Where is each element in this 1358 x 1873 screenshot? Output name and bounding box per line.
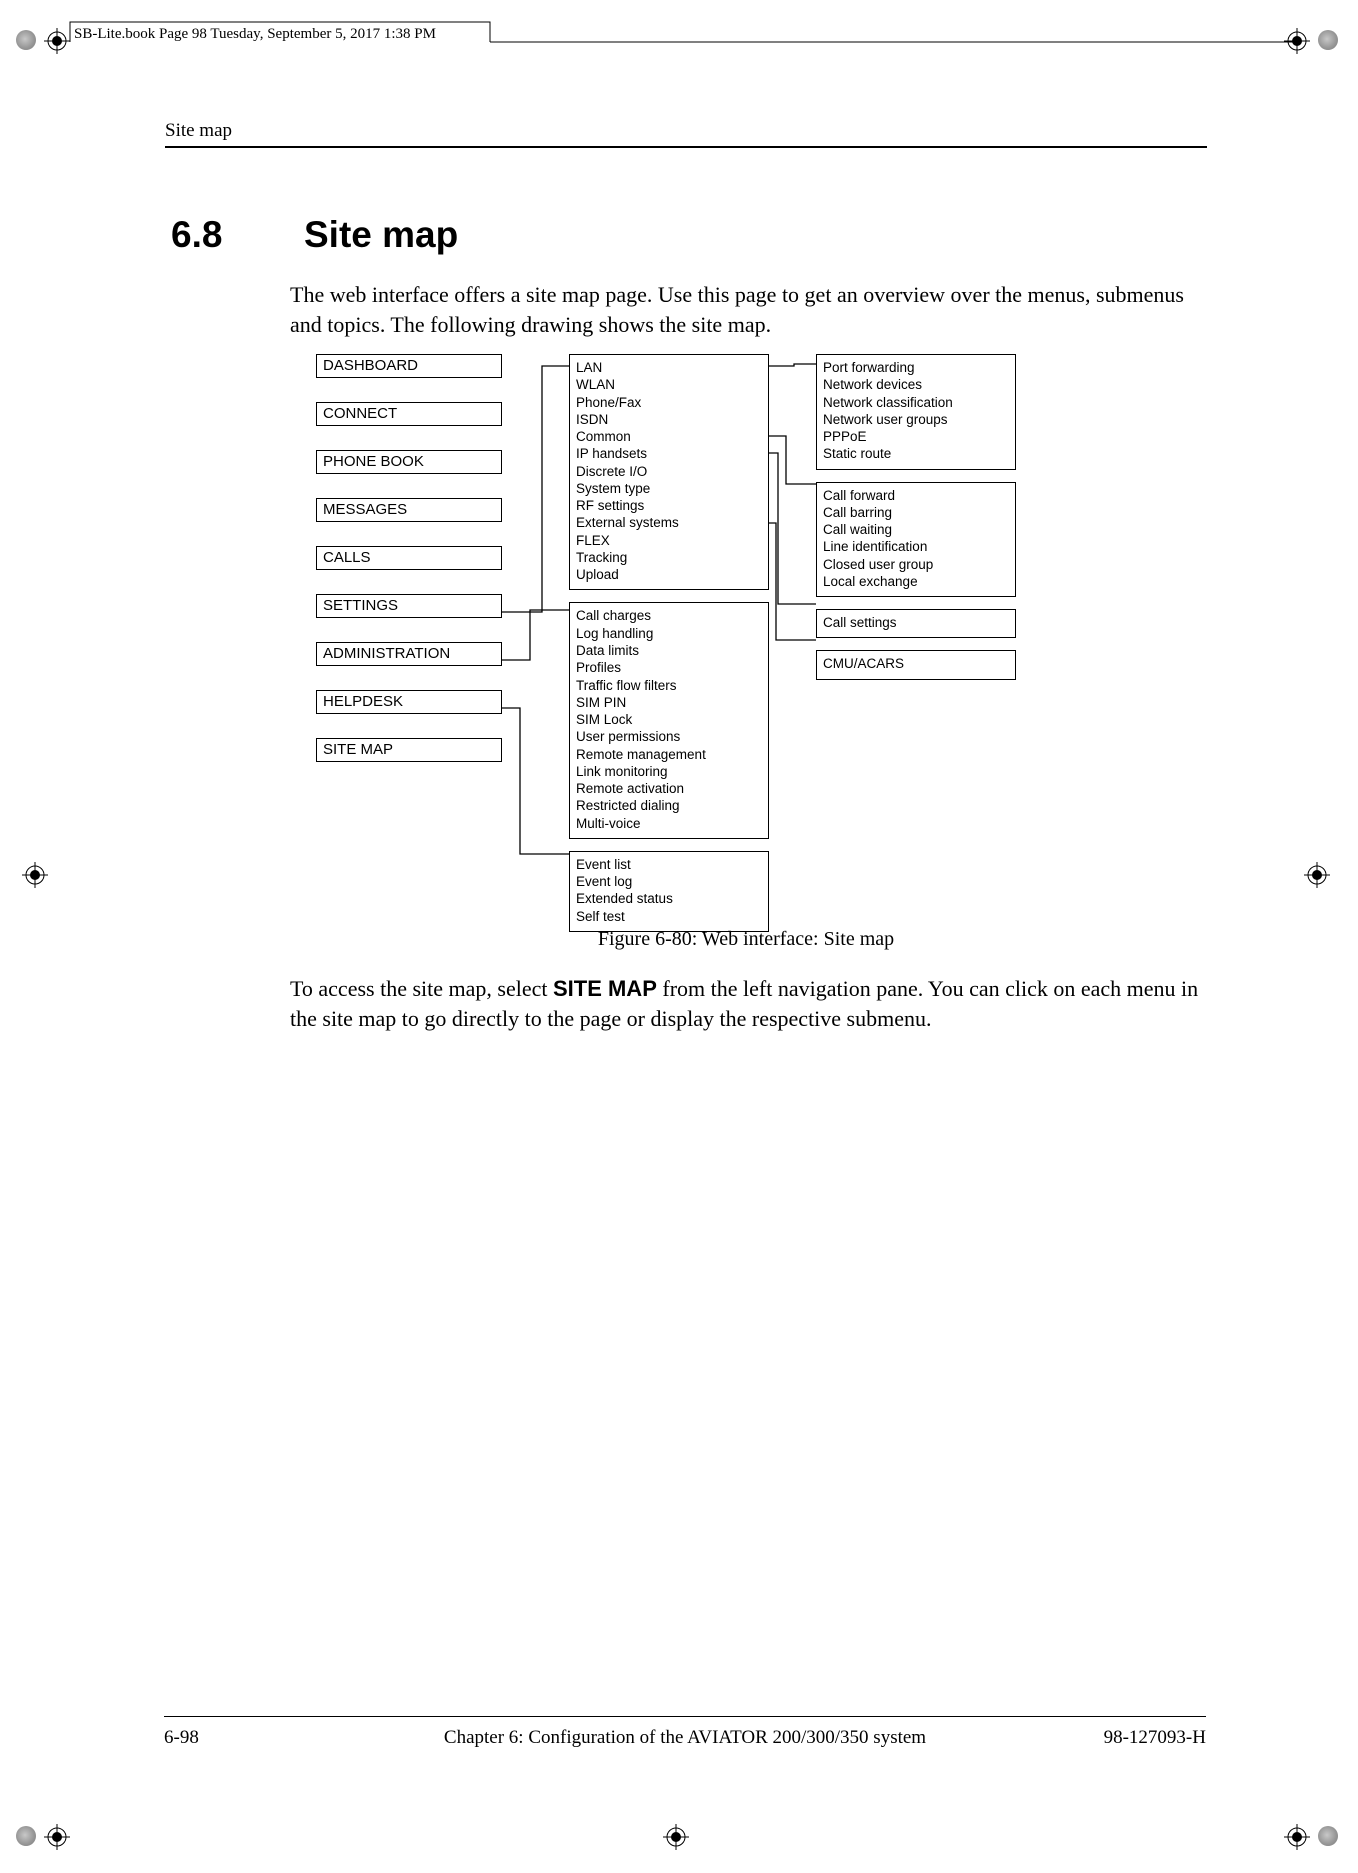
menu-administration[interactable]: ADMINISTRATION <box>316 642 502 666</box>
printer-disc <box>16 1826 36 1846</box>
iphandsets-submenu-box: Call settings <box>816 609 1016 638</box>
administration-submenu-box: Call charges Log handling Data limits Pr… <box>569 602 769 838</box>
menu-calls[interactable]: CALLS <box>316 546 502 570</box>
list-item[interactable]: WLAN <box>576 376 762 393</box>
list-item[interactable]: Local exchange <box>823 573 1009 590</box>
list-item[interactable]: Discrete I/O <box>576 463 762 480</box>
menu-settings[interactable]: SETTINGS <box>316 594 502 618</box>
list-item[interactable]: Closed user group <box>823 556 1009 573</box>
list-item[interactable]: Call waiting <box>823 521 1009 538</box>
section-title: Site map <box>304 214 458 256</box>
list-item[interactable]: External systems <box>576 514 762 531</box>
helpdesk-submenu-box: Event list Event log Extended status Sel… <box>569 851 769 932</box>
list-item[interactable]: Common <box>576 428 762 445</box>
list-item[interactable]: Static route <box>823 445 1009 462</box>
list-item[interactable]: Call forward <box>823 487 1009 504</box>
list-item[interactable]: Extended status <box>576 890 762 907</box>
list-item[interactable]: Call barring <box>823 504 1009 521</box>
menu-messages[interactable]: MESSAGES <box>316 498 502 522</box>
crop-mark-icon <box>1284 1824 1310 1850</box>
list-item[interactable]: Call charges <box>576 607 762 624</box>
list-item[interactable]: System type <box>576 480 762 497</box>
menu-dashboard[interactable]: DASHBOARD <box>316 354 502 378</box>
list-item[interactable]: Call settings <box>823 614 1009 631</box>
running-head: Site map <box>165 120 232 142</box>
list-item[interactable]: Event list <box>576 856 762 873</box>
printer-disc <box>16 30 36 50</box>
printer-disc <box>1318 1826 1338 1846</box>
list-item[interactable]: Remote management <box>576 746 762 763</box>
list-item[interactable]: Data limits <box>576 642 762 659</box>
lan-submenu-box: Port forwarding Network devices Network … <box>816 354 1016 470</box>
list-item[interactable]: PPPoE <box>823 428 1009 445</box>
list-item[interactable]: Line identification <box>823 538 1009 555</box>
list-item[interactable]: CMU/ACARS <box>823 655 1009 672</box>
list-item[interactable]: Restricted dialing <box>576 797 762 814</box>
crop-mark-icon <box>1304 862 1330 888</box>
list-item[interactable]: Phone/Fax <box>576 394 762 411</box>
list-item[interactable]: IP handsets <box>576 445 762 462</box>
intro-paragraph: The web interface offers a site map page… <box>290 280 1202 339</box>
footer-chapter: Chapter 6: Configuration of the AVIATOR … <box>164 1727 1206 1749</box>
access-pre: To access the site map, select <box>290 976 553 1001</box>
list-item[interactable]: SIM PIN <box>576 694 762 711</box>
list-item[interactable]: Tracking <box>576 549 762 566</box>
footer-rule <box>164 1716 1206 1717</box>
printer-disc <box>1318 30 1338 50</box>
menu-phone-book[interactable]: PHONE BOOK <box>316 450 502 474</box>
list-item[interactable]: Traffic flow filters <box>576 677 762 694</box>
list-item[interactable]: Network user groups <box>823 411 1009 428</box>
crop-mark-icon <box>44 1824 70 1850</box>
settings-submenu-box: LAN WLAN Phone/Fax ISDN Common IP handse… <box>569 354 769 590</box>
header-rule <box>165 146 1207 148</box>
list-item[interactable]: FLEX <box>576 532 762 549</box>
list-item[interactable]: Log handling <box>576 625 762 642</box>
list-item[interactable]: Self test <box>576 908 762 925</box>
access-paragraph: To access the site map, select SITE MAP … <box>290 974 1202 1033</box>
common-submenu-box: Call forward Call barring Call waiting L… <box>816 482 1016 598</box>
menu-connect[interactable]: CONNECT <box>316 402 502 426</box>
list-item[interactable]: Port forwarding <box>823 359 1009 376</box>
external-systems-submenu-box: CMU/ACARS <box>816 650 1016 679</box>
footer-docnum: 98-127093-H <box>1104 1727 1206 1749</box>
menu-helpdesk[interactable]: HELPDESK <box>316 690 502 714</box>
list-item[interactable]: Remote activation <box>576 780 762 797</box>
access-bold: SITE MAP <box>553 976 657 1001</box>
list-item[interactable]: SIM Lock <box>576 711 762 728</box>
sitemap-figure: DASHBOARD CONNECT PHONE BOOK MESSAGES CA… <box>316 354 1196 914</box>
list-item[interactable]: Network devices <box>823 376 1009 393</box>
menu-site-map[interactable]: SITE MAP <box>316 738 502 762</box>
list-item[interactable]: User permissions <box>576 728 762 745</box>
list-item[interactable]: Link monitoring <box>576 763 762 780</box>
list-item[interactable]: ISDN <box>576 411 762 428</box>
section-number: 6.8 <box>171 214 222 256</box>
figure-caption: Figure 6-80: Web interface: Site map <box>290 928 1202 951</box>
crop-mark-icon <box>663 1824 689 1850</box>
list-item[interactable]: Network classification <box>823 394 1009 411</box>
list-item[interactable]: Multi-voice <box>576 815 762 832</box>
list-item[interactable]: Profiles <box>576 659 762 676</box>
list-item[interactable]: LAN <box>576 359 762 376</box>
list-item[interactable]: Upload <box>576 566 762 583</box>
crop-mark-icon <box>22 862 48 888</box>
list-item[interactable]: Event log <box>576 873 762 890</box>
list-item[interactable]: RF settings <box>576 497 762 514</box>
slug-text: SB-Lite.book Page 98 Tuesday, September … <box>74 26 436 43</box>
menu-column: DASHBOARD CONNECT PHONE BOOK MESSAGES CA… <box>316 354 502 786</box>
